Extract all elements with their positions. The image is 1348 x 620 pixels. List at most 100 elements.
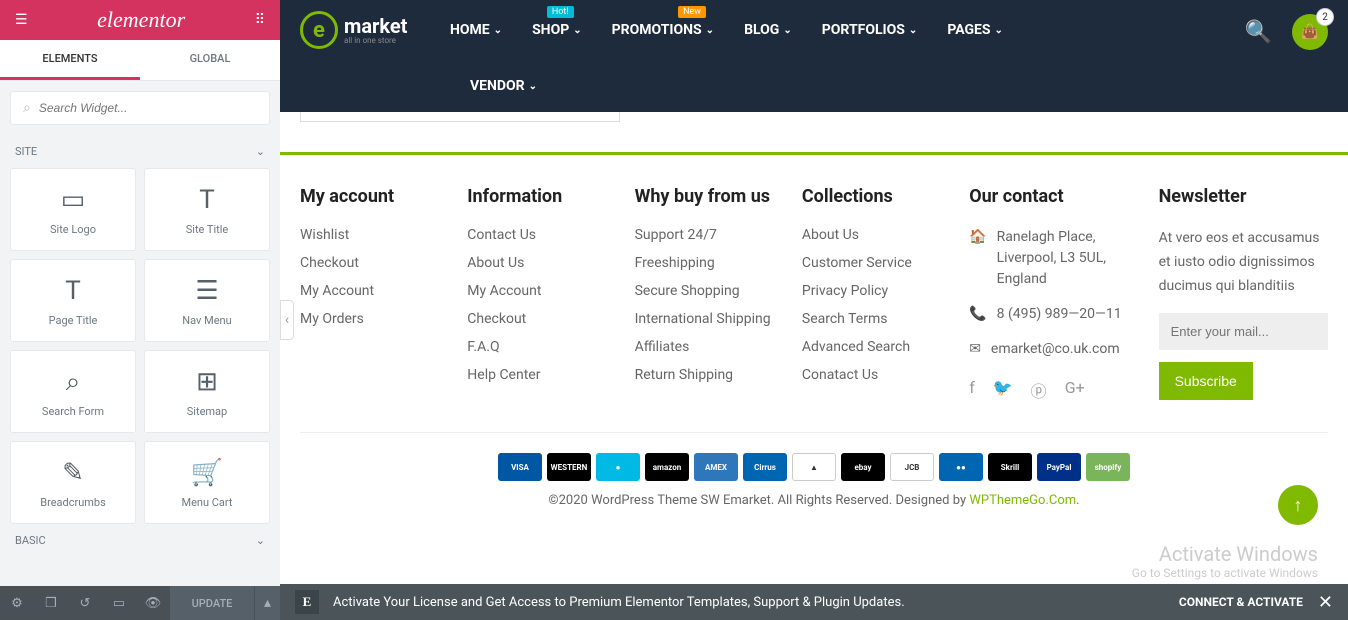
tab-global[interactable]: GLOBAL (140, 40, 280, 80)
close-icon[interactable]: ✕ (1318, 592, 1333, 613)
footer-col: My account Wishlist Checkout My Account My O… (300, 186, 447, 402)
widget-site-logo[interactable]: ▭Site Logo (10, 168, 136, 251)
nav-label: SHOP (532, 22, 569, 38)
navigator-icon[interactable]: ❒ (34, 586, 68, 620)
footer-heading: Information (467, 186, 614, 207)
subscribe-button[interactable]: Subscribe (1159, 362, 1253, 400)
windows-watermark: Activate Windows Go to Settings to activ… (1132, 542, 1318, 580)
footer-link[interactable]: Return Shipping (635, 367, 782, 383)
copyright-link[interactable]: WPThemeGo.Com (969, 493, 1076, 508)
footer-link[interactable]: Checkout (467, 311, 614, 327)
pinterest-icon[interactable]: ⓟ (1031, 378, 1047, 402)
twitter-icon[interactable]: 🐦 (993, 378, 1013, 402)
footer-link[interactable]: Support 24/7 (635, 227, 782, 243)
cart-count-badge: 2 (1316, 8, 1334, 26)
widget-menu-cart[interactable]: 🛒Menu Cart (144, 441, 270, 524)
nav-item-blog[interactable]: BLOG⌄ (744, 22, 792, 38)
widget-page-title[interactable]: T Page Title (10, 259, 136, 342)
facebook-icon[interactable]: f (969, 378, 975, 402)
footer-link[interactable]: Advanced Search (802, 339, 949, 355)
payment-methods: VISAWESTERN●amazonAMEXCirrus▲ebayJCB●●Sk… (300, 432, 1328, 493)
search-icon[interactable]: 🔍 (1245, 20, 1272, 45)
payment-card: ▲ (792, 453, 836, 481)
google-plus-icon[interactable]: G+ (1065, 378, 1085, 402)
widgets-grid-icon[interactable]: ⠿ (255, 12, 265, 28)
footer-link[interactable]: Wishlist (300, 227, 447, 243)
footer-link[interactable]: My Orders (300, 311, 447, 327)
nav-item-home[interactable]: HOME⌄ (450, 22, 502, 38)
footer-link[interactable]: Affiliates (635, 339, 782, 355)
footer-link[interactable]: Search Terms (802, 311, 949, 327)
footer-heading: Why buy from us (635, 186, 782, 207)
panel-collapse-handle[interactable]: ‹ (280, 300, 294, 340)
footer-link[interactable]: My Account (300, 283, 447, 299)
nav-item-vendor[interactable]: VENDOR ⌄ (470, 78, 537, 94)
newsletter-input[interactable] (1159, 313, 1328, 350)
footer-link[interactable]: Help Center (467, 367, 614, 383)
main-nav: HOME⌄Hot!SHOP⌄NewPROMOTIONS⌄BLOG⌄PORTFOL… (450, 0, 1003, 60)
scroll-to-top-button[interactable]: ↑ (1278, 485, 1318, 525)
widget-icon: ☰ (150, 278, 264, 304)
footer-link[interactable]: About Us (802, 227, 949, 243)
tab-elements[interactable]: ELEMENTS (0, 40, 140, 80)
widget-icon: ▭ (16, 187, 130, 213)
widget-sitemap[interactable]: ⊞Sitemap (144, 350, 270, 433)
elementor-footer-bar: ⚙ ❒ ↺ ▭ 👁 UPDATE ▴ (0, 586, 280, 620)
update-options-button[interactable]: ▴ (254, 586, 280, 620)
widget-site-title[interactable]: TSite Title (144, 168, 270, 251)
payment-card: Skrill (988, 453, 1032, 481)
site-logo[interactable]: e market all in one store (300, 0, 450, 60)
footer-heading: Newsletter (1159, 186, 1328, 207)
connect-activate-button[interactable]: CONNECT & ACTIVATE (1179, 595, 1303, 609)
nav-item-promotions[interactable]: NewPROMOTIONS⌄ (612, 22, 714, 38)
footer-link[interactable]: International Shipping (635, 311, 782, 327)
responsive-icon[interactable]: ▭ (102, 586, 136, 620)
elementor-logo: elementor (97, 7, 185, 33)
history-icon[interactable]: ↺ (68, 586, 102, 620)
home-icon: 🏠 (969, 227, 986, 290)
footer-heading: Collections (802, 186, 949, 207)
contact-phone: 8 (495) 989—20—11 (997, 304, 1139, 325)
preview-canvas: e market all in one store HOME⌄Hot!SHOP⌄… (280, 0, 1348, 620)
footer-link[interactable]: Conatact Us (802, 367, 949, 383)
nav-label: PROMOTIONS (612, 22, 702, 38)
category-basic[interactable]: BASIC ⌄ (0, 524, 280, 557)
payment-card: WESTERN (547, 453, 591, 481)
search-input[interactable] (39, 101, 257, 115)
footer-link[interactable]: F.A.Q (467, 339, 614, 355)
nav-badge: New (678, 6, 706, 18)
footer-link[interactable]: Contact Us (467, 227, 614, 243)
widget-nav-menu[interactable]: ☰Nav Menu (144, 259, 270, 342)
widget-breadcrumbs[interactable]: ✎Breadcrumbs (10, 441, 136, 524)
nav-item-pages[interactable]: PAGES⌄ (947, 22, 1003, 38)
menu-icon[interactable]: ☰ (15, 12, 28, 28)
footer-link[interactable]: My Account (467, 283, 614, 299)
widget-title: Breadcrumbs (16, 496, 130, 509)
nav-item-shop[interactable]: Hot!SHOP⌄ (532, 22, 582, 38)
category-site[interactable]: SITE ⌄ (0, 135, 280, 168)
footer-heading: My account (300, 186, 447, 207)
footer-link[interactable]: Secure Shopping (635, 283, 782, 299)
nav-label: HOME (450, 22, 490, 38)
chevron-down-icon: ⌄ (995, 25, 1003, 36)
widget-icon: T (16, 278, 130, 304)
search-icon: ⌕ (23, 100, 31, 116)
payment-card: JCB (890, 453, 934, 481)
preview-icon[interactable]: 👁 (136, 586, 170, 620)
footer-link[interactable]: Customer Service (802, 255, 949, 271)
footer-col: Information Contact Us About Us My Account C… (467, 186, 614, 402)
footer-link[interactable]: About Us (467, 255, 614, 271)
settings-icon[interactable]: ⚙ (0, 586, 34, 620)
footer-link[interactable]: Checkout (300, 255, 447, 271)
phone-icon: 📞 (969, 304, 986, 325)
payment-card: ●● (939, 453, 983, 481)
payment-card: ebay (841, 453, 885, 481)
nav-item-portfolios[interactable]: PORTFOLIOS⌄ (822, 22, 918, 38)
update-button[interactable]: UPDATE (170, 586, 254, 620)
footer-link[interactable]: Freeshipping (635, 255, 782, 271)
footer-col-newsletter: Newsletter At vero eos et accusamus et i… (1159, 186, 1328, 402)
footer-link[interactable]: Privacy Policy (802, 283, 949, 299)
widget-title: Page Title (16, 314, 130, 327)
cart-button[interactable]: 👜 2 (1292, 14, 1328, 50)
widget-search-form[interactable]: ⌕Search Form (10, 350, 136, 433)
